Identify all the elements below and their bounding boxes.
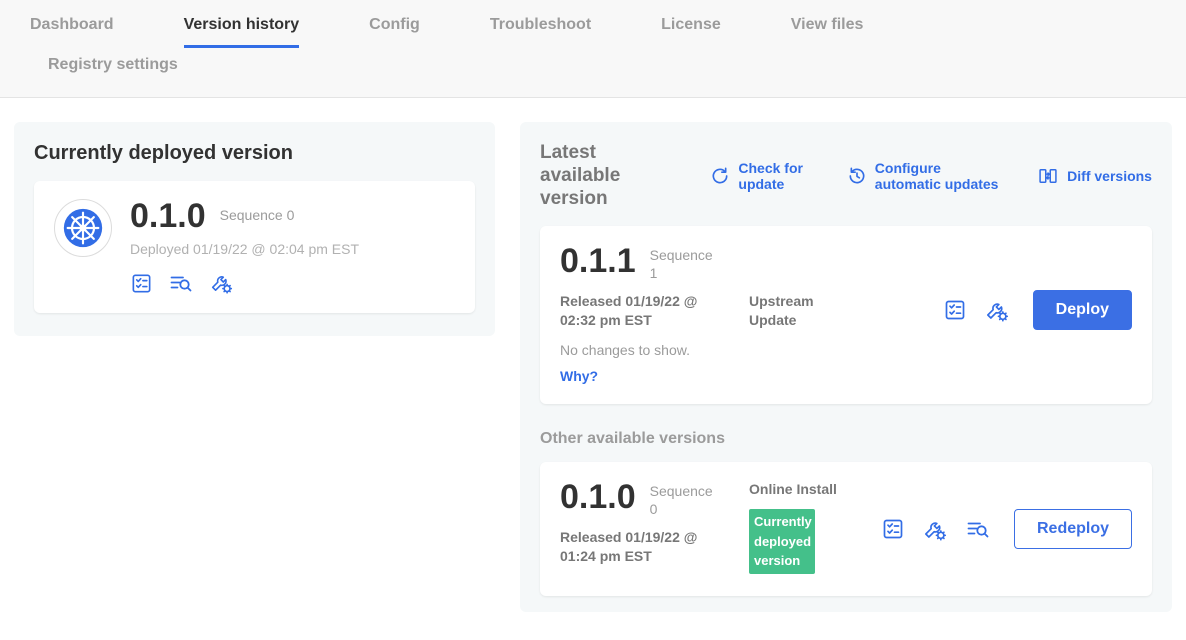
tab-license[interactable]: License [661, 16, 721, 48]
tab-view-files[interactable]: View files [791, 16, 864, 48]
app-header: Dashboard Version history Config Trouble… [0, 0, 1186, 98]
tab-version-history[interactable]: Version history [184, 16, 300, 48]
other-sequence: Sequence 0 [650, 483, 712, 518]
other-version-card: 0.1.0 Sequence 0 Released 01/19/22 @ 01:… [540, 462, 1152, 596]
diff-versions-link[interactable]: Diff versions [1037, 166, 1152, 186]
why-link[interactable]: Why? [560, 368, 749, 384]
secondary-nav: Registry settings [0, 48, 1186, 85]
latest-version-card: 0.1.1 Sequence 1 Released 01/19/22 @ 02:… [540, 226, 1152, 404]
edit-config-icon[interactable] [922, 517, 948, 542]
diff-columns-icon [1037, 166, 1059, 186]
current-version-title: Currently deployed version [34, 142, 475, 165]
current-version-panel: Currently deployed version [14, 122, 495, 336]
tab-registry-settings[interactable]: Registry settings [48, 56, 178, 85]
deployed-version-card: 0.1.0 Sequence 0 Deployed 01/19/22 @ 02:… [34, 181, 475, 313]
other-source-label: Online Install [749, 480, 839, 499]
tab-dashboard[interactable]: Dashboard [30, 16, 114, 48]
latest-version-number: 0.1.1 [560, 244, 636, 278]
redeploy-button[interactable]: Redeploy [1014, 509, 1132, 549]
deployed-version-info: 0.1.0 Sequence 0 Deployed 01/19/22 @ 02:… [130, 199, 359, 295]
other-version-number: 0.1.0 [560, 480, 636, 514]
deployed-sequence: Sequence 0 [220, 207, 295, 225]
main-nav: Dashboard Version history Config Trouble… [0, 0, 1186, 48]
check-for-update-link[interactable]: Check for update [710, 160, 816, 192]
clock-refresh-icon [847, 166, 867, 186]
deploy-button[interactable]: Deploy [1033, 290, 1132, 330]
latest-sequence: Sequence 1 [650, 247, 712, 282]
other-released-timestamp: Released 01/19/22 @ 01:24 pm EST [560, 528, 725, 566]
no-changes-text: No changes to show. [560, 342, 749, 358]
available-versions-panel: Latest available version Check for updat… [520, 122, 1172, 612]
latest-released-timestamp: Released 01/19/22 @ 02:32 pm EST [560, 292, 725, 330]
deployed-version-number: 0.1.0 [130, 199, 206, 233]
tab-troubleshoot[interactable]: Troubleshoot [490, 16, 591, 48]
preflight-checks-icon[interactable] [881, 517, 905, 541]
latest-source-label: Upstream Update [749, 292, 839, 330]
deployed-timestamp: Deployed 01/19/22 @ 02:04 pm EST [130, 241, 359, 257]
refresh-icon [710, 166, 730, 186]
currently-deployed-badge: Currently deployed version [749, 509, 815, 574]
preflight-checks-icon[interactable] [943, 298, 967, 322]
view-files-icon[interactable] [168, 271, 194, 295]
view-files-icon[interactable] [965, 517, 991, 541]
latest-available-title: Latest available version [540, 142, 680, 210]
edit-config-icon[interactable] [984, 298, 1010, 323]
tab-config[interactable]: Config [369, 16, 420, 48]
preflight-checks-icon[interactable] [130, 272, 153, 295]
other-versions-title: Other available versions [540, 430, 1152, 448]
kubernetes-logo [54, 199, 112, 257]
edit-config-icon[interactable] [209, 271, 234, 295]
configure-automatic-updates-link[interactable]: Configure automatic updates [847, 160, 1007, 192]
